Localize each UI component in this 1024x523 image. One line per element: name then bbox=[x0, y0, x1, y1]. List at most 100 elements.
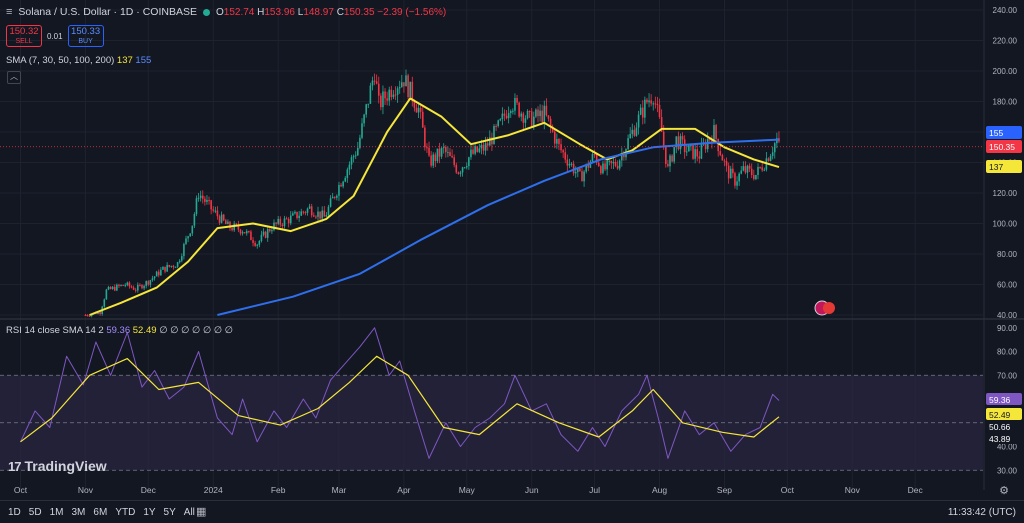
candle-body bbox=[183, 243, 185, 257]
candle-body bbox=[149, 280, 152, 285]
candle-body bbox=[308, 206, 311, 209]
x-axis-label: Jun bbox=[525, 485, 539, 495]
candle-body bbox=[185, 238, 187, 244]
candle-body bbox=[524, 118, 527, 123]
candle-body bbox=[388, 89, 391, 101]
candle-body bbox=[428, 147, 430, 156]
candle-body bbox=[478, 148, 481, 152]
range-1m[interactable]: 1M bbox=[50, 507, 64, 518]
candle-body bbox=[296, 211, 298, 218]
range-5y[interactable]: 5Y bbox=[164, 507, 176, 518]
candle-body bbox=[168, 264, 171, 267]
candle-body bbox=[633, 129, 636, 136]
range-6m[interactable]: 6M bbox=[93, 507, 107, 518]
ohlc-high-value: 153.96 bbox=[264, 6, 295, 18]
candle-body bbox=[654, 103, 657, 105]
tradingview-logo-text: TradingView bbox=[24, 458, 107, 474]
candle-body bbox=[486, 143, 489, 146]
candle-body bbox=[287, 218, 290, 224]
candle-body bbox=[415, 107, 418, 113]
sell-button[interactable]: 150.32 SELL bbox=[6, 25, 42, 47]
sma-legend-value-2: 155 bbox=[135, 55, 152, 66]
candle-body bbox=[753, 175, 755, 180]
candle-body bbox=[373, 80, 376, 82]
candle-body bbox=[748, 165, 751, 169]
candle-body bbox=[166, 264, 168, 272]
candle-body bbox=[352, 156, 355, 158]
candle-body bbox=[671, 155, 673, 162]
candle-body bbox=[635, 127, 638, 136]
candle-body bbox=[476, 146, 479, 152]
range-1d[interactable]: 1D bbox=[8, 507, 21, 518]
candle-body bbox=[212, 209, 215, 211]
rsi-axis-badge-label: 50.66 bbox=[989, 422, 1011, 432]
x-axis-label: Mar bbox=[332, 485, 347, 495]
candle-body bbox=[141, 284, 143, 289]
ohlc-close-label: C bbox=[336, 6, 344, 18]
range-ytd[interactable]: YTD bbox=[115, 507, 135, 518]
candle-body bbox=[193, 214, 196, 226]
chart-canvas[interactable]: 40.0060.0080.00100.00120.00140.00160.001… bbox=[0, 0, 1024, 522]
x-axis-label: Oct bbox=[781, 485, 795, 495]
candle-body bbox=[608, 160, 611, 162]
candle-body bbox=[455, 164, 458, 173]
candle-body bbox=[665, 145, 667, 164]
candle-body bbox=[750, 168, 753, 176]
candle-body bbox=[612, 162, 615, 164]
sma-legend[interactable]: SMA (7, 30, 50, 100, 200) 137 155 bbox=[6, 55, 151, 66]
candle-body bbox=[256, 244, 259, 246]
range-all[interactable]: All bbox=[184, 507, 195, 518]
candle-body bbox=[162, 266, 164, 270]
range-1y[interactable]: 1Y bbox=[143, 507, 155, 518]
candle-body bbox=[134, 289, 137, 291]
candle-body bbox=[518, 102, 520, 117]
candle-body bbox=[407, 75, 409, 98]
candle-body bbox=[298, 215, 300, 218]
candle-body bbox=[474, 146, 476, 154]
candle-body bbox=[248, 231, 250, 233]
chevron-up-icon[interactable]: ︿ bbox=[7, 71, 21, 84]
clock[interactable]: 11:33:42 (UTC) bbox=[948, 507, 1016, 518]
candle-body bbox=[377, 83, 380, 96]
range-5d[interactable]: 5D bbox=[29, 507, 42, 518]
range-selector: 1D 5D 1M 3M 6M YTD 1Y 5Y All bbox=[8, 507, 195, 518]
candle-body bbox=[137, 284, 139, 291]
candle-body bbox=[105, 289, 108, 300]
candle-body bbox=[218, 216, 221, 223]
candle-body bbox=[528, 111, 531, 113]
candle-body bbox=[535, 109, 537, 117]
tradingview-logo[interactable]: 17 TradingView bbox=[8, 458, 107, 474]
candle-body bbox=[757, 166, 759, 175]
candle-body bbox=[189, 233, 191, 237]
candle-body bbox=[574, 172, 577, 174]
range-3m[interactable]: 3M bbox=[72, 507, 86, 518]
candle-body bbox=[269, 229, 271, 232]
hamburger-icon[interactable]: ≡ bbox=[6, 6, 12, 18]
candle-body bbox=[243, 232, 246, 234]
candle-body bbox=[321, 210, 323, 219]
candle-body bbox=[543, 105, 546, 122]
candle-body bbox=[401, 82, 403, 88]
candle-body bbox=[564, 152, 567, 160]
candle-body bbox=[597, 162, 600, 167]
candle-body bbox=[734, 173, 736, 186]
symbol-header: ≡ Solana / U.S. Dollar · 1D · COINBASE O… bbox=[6, 6, 446, 18]
candle-body bbox=[264, 231, 267, 238]
sell-label: SELL bbox=[15, 38, 33, 45]
buy-button[interactable]: 150.33 BUY bbox=[67, 25, 104, 47]
candle-body bbox=[292, 213, 294, 216]
candle-body bbox=[606, 160, 608, 170]
symbol-title[interactable]: Solana / U.S. Dollar · 1D · COINBASE bbox=[18, 6, 197, 18]
candle-body bbox=[204, 198, 206, 202]
candle-body bbox=[336, 195, 338, 198]
candle-body bbox=[541, 110, 543, 122]
candle-body bbox=[516, 97, 518, 103]
rsi-tick-label: 90.00 bbox=[997, 324, 1018, 333]
candle-body bbox=[732, 168, 734, 174]
candle-body bbox=[281, 224, 284, 227]
calendar-icon[interactable]: ▦ bbox=[196, 505, 206, 518]
candle-body bbox=[495, 125, 497, 127]
candle-body bbox=[139, 284, 141, 286]
rsi-legend[interactable]: RSI 14 close SMA 14 2 59.36 52.49 ∅ ∅ ∅ … bbox=[6, 325, 233, 336]
x-axis-label: Feb bbox=[271, 485, 286, 495]
